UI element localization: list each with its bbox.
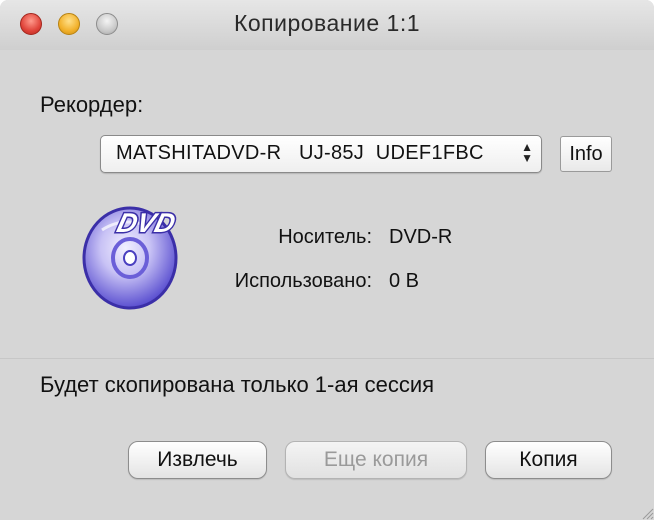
dvd-logo-text: DVD xyxy=(114,207,179,238)
dvd-disc-icon: DVD xyxy=(82,206,180,310)
media-label: Носитель: xyxy=(278,226,372,248)
window-title: Копирование 1:1 xyxy=(233,10,421,36)
title-bar[interactable]: Копирование 1:1 xyxy=(0,0,654,50)
info-button[interactable]: Info xyxy=(560,136,612,172)
resize-grip-icon[interactable] xyxy=(640,506,654,520)
recorder-select[interactable]: MATSHITADVD-R UJ-85J UDEF1FBC ▲ ▼ xyxy=(100,135,542,173)
copy-more-button[interactable]: Еще копия xyxy=(285,441,467,479)
copy-button[interactable]: Копия xyxy=(485,441,612,479)
recorder-select-value: MATSHITADVD-R UJ-85J UDEF1FBC xyxy=(116,142,484,164)
updown-arrows-icon: ▲ ▼ xyxy=(521,140,533,165)
divider xyxy=(0,358,654,359)
used-value: 0 B xyxy=(389,270,420,292)
session-note: Будет скопирована только 1-ая сессия xyxy=(40,372,435,397)
used-label: Использовано: xyxy=(234,270,372,292)
copy-dialog-window: Копирование 1:1 Рекордер: MATSHITADVD-R … xyxy=(0,0,654,520)
recorder-label: Рекордер: xyxy=(40,92,144,117)
eject-button[interactable]: Извлечь xyxy=(128,441,267,479)
media-value: DVD-R xyxy=(389,226,453,248)
